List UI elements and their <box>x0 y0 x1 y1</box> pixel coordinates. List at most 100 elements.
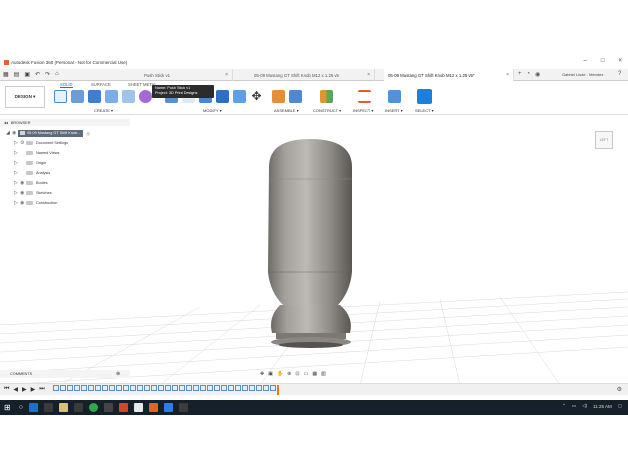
timeline-marker[interactable] <box>276 384 279 395</box>
tab-shift-knob-v5[interactable]: 05-09 Mustang GT Shift Knob M12 x 1.25 v… <box>250 69 375 81</box>
sketch-feature-icon[interactable] <box>241 384 248 391</box>
extrude-feature-icon[interactable] <box>143 384 150 391</box>
calculator-icon[interactable] <box>103 403 113 412</box>
browser-item-construction[interactable]: ▷ ◉ Construction <box>14 199 57 207</box>
start-windows-icon[interactable]: ⊞ <box>4 403 11 412</box>
browser-item-named-views[interactable]: ▷ Named Views <box>14 149 59 157</box>
sketch-feature-icon[interactable] <box>136 384 143 391</box>
revolve-feature-icon[interactable] <box>262 384 269 391</box>
go-to-end-icon[interactable]: ⏭ <box>39 386 44 393</box>
measure-icon[interactable] <box>358 90 371 103</box>
viewcube[interactable]: LEFT <box>595 131 613 149</box>
help-icon[interactable]: ? <box>618 71 621 77</box>
caret-right-icon[interactable]: ▷ <box>14 160 20 166</box>
notifications-icon[interactable]: ▢ <box>618 403 622 409</box>
extrude-feature-icon[interactable] <box>192 384 199 391</box>
extrude-feature-icon[interactable] <box>213 384 220 391</box>
sketch-feature-icon[interactable] <box>122 384 129 391</box>
move-copy-icon[interactable]: ✥ <box>250 90 263 103</box>
edge-icon[interactable] <box>28 403 38 412</box>
maximize-button[interactable]: □ <box>601 58 605 64</box>
extrude-feature-icon[interactable] <box>115 384 122 391</box>
browser-item-bodies[interactable]: ▷ ◉ Bodies <box>14 179 48 187</box>
caret-right-icon[interactable]: ▷ <box>14 170 20 176</box>
close-tab-icon[interactable]: × <box>367 72 370 78</box>
caret-right-icon[interactable]: ▷ <box>14 150 20 156</box>
fillet-feature-icon[interactable] <box>150 384 157 391</box>
tab-shift-knob-v5-active[interactable]: 05-09 Mustang GT Shift Knob M12 x 1.25 v… <box>384 69 514 81</box>
notepad-icon[interactable] <box>133 403 143 412</box>
misc-app-icon[interactable] <box>178 403 188 412</box>
sketch-feature-icon[interactable] <box>87 384 94 391</box>
browser-item-analysis[interactable]: ▷ Analysis <box>14 169 50 177</box>
extrude-feature-icon[interactable] <box>248 384 255 391</box>
combine-icon[interactable] <box>216 90 229 103</box>
play-icon[interactable]: ▶ <box>22 386 27 393</box>
joint-icon[interactable] <box>272 90 285 103</box>
create-sketch-icon[interactable] <box>71 90 84 103</box>
tab-surface[interactable]: SURFACE <box>91 82 111 87</box>
minimize-button[interactable]: – <box>584 58 587 64</box>
assemble-menu[interactable]: ASSEMBLE ▾ <box>274 108 299 113</box>
offset-plane-icon[interactable] <box>320 90 333 103</box>
fusion-taskbar-icon[interactable] <box>148 403 158 412</box>
user-name[interactable]: Gabriel Lisde - Mendez <box>562 72 603 77</box>
photos-icon[interactable] <box>163 403 173 412</box>
sketch-feature-icon[interactable] <box>73 384 80 391</box>
insert-menu[interactable]: INSERT ▾ <box>385 108 403 113</box>
activate-radio-icon[interactable]: ◎ <box>86 131 89 136</box>
browser-item-origin[interactable]: ▷ Origin <box>14 159 46 167</box>
fillet-feature-icon[interactable] <box>199 384 206 391</box>
look-at-icon[interactable]: ▣ <box>268 371 273 377</box>
sketch-feature-icon[interactable] <box>171 384 178 391</box>
grid-settings-icon[interactable]: ▦ <box>312 371 317 377</box>
clock[interactable]: 11:25 AM <box>593 404 612 409</box>
network-icon[interactable]: ▭ <box>572 403 576 409</box>
redo-icon[interactable]: ↷ <box>45 71 50 78</box>
timeline-settings-gear-icon[interactable]: ⚙ <box>617 386 622 393</box>
fillet-feature-icon[interactable] <box>101 384 108 391</box>
close-tab-icon[interactable]: × <box>506 72 509 78</box>
split-body-icon[interactable] <box>233 90 246 103</box>
browser-item-document-settings[interactable]: ▷ ⚙ Document Settings <box>14 139 68 147</box>
close-tab-icon[interactable]: × <box>225 72 228 78</box>
3d-viewport[interactable] <box>0 127 628 385</box>
fit-icon[interactable]: ⊡ <box>295 371 299 377</box>
extrude-feature-icon[interactable] <box>227 384 234 391</box>
volume-icon[interactable]: ◁) <box>582 403 587 409</box>
go-to-start-icon[interactable]: ⏮ <box>4 386 9 393</box>
pan-icon[interactable]: ✋ <box>277 371 283 377</box>
file-icon[interactable]: ▤ <box>14 71 20 78</box>
sketch-feature-icon[interactable] <box>206 384 213 391</box>
sketch-feature-icon[interactable] <box>185 384 192 391</box>
add-comment-icon[interactable]: ⊕ <box>116 371 120 377</box>
collapse-icon[interactable]: ◂◂ <box>4 120 8 125</box>
construct-menu[interactable]: CONSTRUCT ▾ <box>313 108 341 113</box>
grid-menu-icon[interactable]: ▦ <box>3 71 9 78</box>
file-explorer-icon[interactable] <box>58 403 68 412</box>
select-cursor-icon[interactable] <box>417 89 432 104</box>
form-icon[interactable] <box>139 90 152 103</box>
tab-solid[interactable]: SOLID <box>60 82 73 88</box>
home-icon[interactable]: ⌂ <box>55 71 59 78</box>
revolve-feature-icon[interactable] <box>129 384 136 391</box>
sketch-feature-icon[interactable] <box>255 384 262 391</box>
insert-image-icon[interactable] <box>388 90 401 103</box>
tab-push-stick[interactable]: Push Stick v1 × <box>140 69 233 81</box>
workspace-switcher[interactable]: DESIGN ▾ <box>5 86 45 108</box>
sketch-feature-icon[interactable] <box>157 384 164 391</box>
save-icon[interactable]: ▣ <box>24 71 30 78</box>
viewports-icon[interactable]: ▥ <box>321 371 326 377</box>
step-back-icon[interactable]: ◀ <box>13 386 18 393</box>
revolve-feature-icon[interactable] <box>80 384 87 391</box>
new-component-icon[interactable] <box>54 90 67 103</box>
sweep-icon[interactable] <box>122 90 135 103</box>
sketch-feature-icon[interactable] <box>52 384 59 391</box>
display-settings-icon[interactable]: ▭ <box>304 371 309 377</box>
search-circle-icon[interactable]: ○ <box>19 404 23 411</box>
task-view-icon[interactable] <box>43 403 53 412</box>
chevron-up-icon[interactable]: ⌃ <box>562 403 566 409</box>
as-built-joint-icon[interactable] <box>289 90 302 103</box>
close-button[interactable]: × <box>618 58 622 64</box>
sketch-feature-icon[interactable] <box>59 384 66 391</box>
